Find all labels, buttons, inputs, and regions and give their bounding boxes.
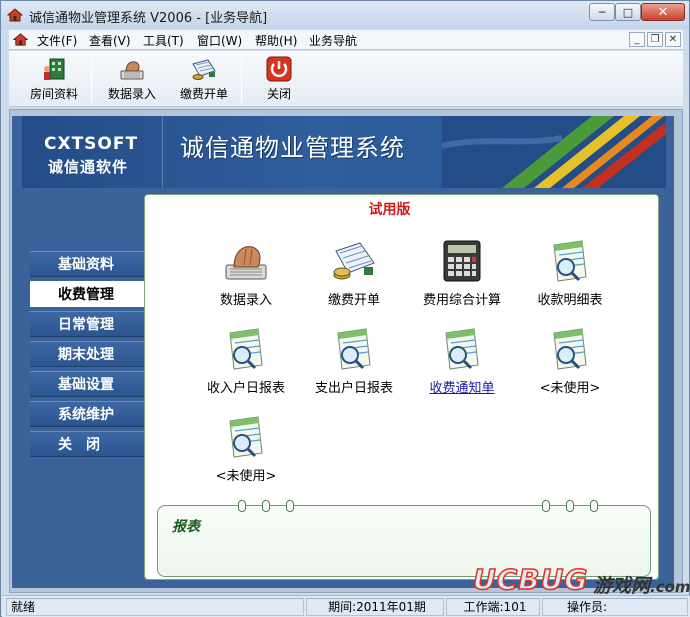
module-billing[interactable]: 缴费开单 (299, 237, 409, 308)
nav-item-fee-management[interactable]: 收费管理 (30, 281, 146, 307)
logo-chinese: 诚信通软件 (48, 158, 129, 176)
module-fee-notice[interactable]: 收费通知单 (407, 325, 517, 396)
report-magnifier-icon (445, 328, 479, 370)
power-icon (266, 56, 292, 82)
close-icon: ✕ (657, 4, 669, 20)
nav-item-basic-settings[interactable]: 基础设置 (30, 371, 146, 397)
house-icon[interactable] (13, 32, 28, 47)
module-label: 支出户日报表 (314, 381, 393, 396)
module-label: 数据录入 (219, 293, 272, 308)
report-magnifier-icon (337, 328, 371, 370)
toolbar: 房间资料 数据录入 缴费开单 关闭 (9, 51, 683, 107)
status-operator: 操作员: (542, 598, 688, 616)
app-window: 诚信通物业管理系统 V2006 - [业务导航] ─ □ ✕ 文件(F) 查看(… (0, 0, 690, 617)
nav-item-period-end[interactable]: 期末处理 (30, 341, 146, 367)
banner: CXTSOFT 诚信通软件 诚信通物业管理系统 (22, 116, 666, 188)
status-period: 期间:2011年01期 (306, 598, 444, 616)
module-income-daily[interactable]: 收入户日报表 (191, 325, 301, 396)
binder-ring-icon (542, 500, 550, 512)
nav-item-system-maintenance[interactable]: 系统维护 (30, 401, 146, 427)
mdi-restore-button[interactable]: ❐ (647, 32, 663, 47)
room-info-label: 房间资料 (29, 87, 78, 101)
maximize-icon: □ (622, 5, 634, 19)
status-bar: 就绪 期间:2011年01期 工作端:101 操作员: (2, 595, 690, 617)
binder-ring-icon (286, 500, 294, 512)
binder-ring-icon (566, 500, 574, 512)
close-tool-button[interactable]: 关闭 (251, 53, 307, 105)
menu-help[interactable]: 帮助(H) (255, 32, 297, 49)
report-magnifier-icon (229, 416, 263, 458)
left-nav: 基础资料 收费管理 日常管理 期末处理 基础设置 系统维护 关 闭 (22, 191, 146, 583)
watermark-subtext: 游戏网.com (593, 571, 690, 598)
module-label: 收入户日报表 (206, 381, 285, 396)
module-data-entry[interactable]: 数据录入 (191, 237, 301, 308)
menu-window[interactable]: 窗口(W) (197, 32, 242, 49)
data-entry-button[interactable]: 数据录入 (101, 53, 163, 105)
keyboard-hand-icon (225, 246, 267, 280)
binder-ring-icon (238, 500, 246, 512)
window-title: 诚信通物业管理系统 V2006 - [业务导航] (29, 11, 268, 26)
watermark-text: UCBUG (472, 562, 589, 597)
module-fee-calculation[interactable]: 费用综合计算 (407, 237, 517, 308)
report-magnifier-icon (553, 328, 587, 370)
nav-item-daily-management[interactable]: 日常管理 (30, 311, 146, 337)
nav-item-basic-data[interactable]: 基础资料 (30, 251, 146, 277)
module-label-link[interactable]: 收费通知单 (407, 377, 517, 396)
billing-button[interactable]: 缴费开单 (171, 53, 237, 105)
content-panel: 试用版 数据录入 缴费开单 费用综合计算 收款明细表 收入户日报表 支出户日报表… (144, 194, 659, 580)
toolbar-separator (91, 55, 92, 103)
toolbar-separator (241, 55, 242, 103)
report-title: 报表 (172, 519, 200, 535)
close-tool-label: 关闭 (266, 87, 291, 101)
banner-title: 诚信通物业管理系统 (180, 134, 405, 162)
decorative-stripes-icon (442, 116, 666, 188)
logo-english: CXTSOFT (44, 134, 139, 154)
menu-view[interactable]: 查看(V) (89, 32, 131, 49)
house-icon (7, 8, 23, 22)
keyboard-hand-icon (120, 61, 144, 80)
mdi-minimize-button[interactable]: _ (629, 32, 645, 47)
banner-divider (162, 116, 163, 188)
calculator-icon (443, 240, 481, 282)
billing-icon (192, 59, 216, 80)
billing-label: 缴费开单 (179, 87, 228, 101)
module-unused[interactable]: <未使用> (515, 325, 625, 396)
module-label: <未使用> (539, 381, 601, 396)
module-unused[interactable]: <未使用> (191, 413, 301, 484)
mdi-close-button[interactable]: ✕ (665, 32, 681, 47)
binder-ring-icon (262, 500, 270, 512)
menu-bar: 文件(F) 查看(V) 工具(T) 窗口(W) 帮助(H) 业务导航 _ ❐ ✕ (9, 30, 683, 50)
binder-ring-icon (590, 500, 598, 512)
minimize-button[interactable]: ─ (589, 3, 615, 21)
data-entry-label: 数据录入 (107, 87, 156, 101)
module-expense-daily[interactable]: 支出户日报表 (299, 325, 409, 396)
module-label: 缴费开单 (327, 293, 380, 308)
menu-business-nav[interactable]: 业务导航 (309, 32, 357, 49)
trial-version-label: 试用版 (368, 202, 411, 218)
report-magnifier-icon (553, 240, 587, 282)
module-receipt-detail[interactable]: 收款明细表 (515, 237, 625, 308)
menu-file[interactable]: 文件(F) (37, 32, 77, 49)
status-ready: 就绪 (6, 598, 304, 616)
watermark-suffix: .com (650, 578, 690, 596)
status-workstation: 工作端:101 (446, 598, 540, 616)
report-magnifier-icon (229, 328, 263, 370)
nav-item-close[interactable]: 关 闭 (30, 431, 146, 457)
menu-tools[interactable]: 工具(T) (143, 32, 184, 49)
close-window-button[interactable]: ✕ (641, 3, 685, 21)
billing-icon (333, 242, 375, 280)
title-bar[interactable]: 诚信通物业管理系统 V2006 - [业务导航] ─ □ ✕ (1, 1, 689, 29)
room-info-button[interactable]: 房间资料 (23, 53, 85, 105)
module-label: 费用综合计算 (422, 293, 501, 308)
minimize-icon: ─ (598, 5, 606, 19)
room-icon (44, 58, 65, 80)
watermark-sub: 游戏网 (593, 575, 651, 597)
module-label: <未使用> (215, 469, 277, 484)
maximize-button[interactable]: □ (615, 3, 641, 21)
module-label: 收款明细表 (537, 293, 603, 308)
